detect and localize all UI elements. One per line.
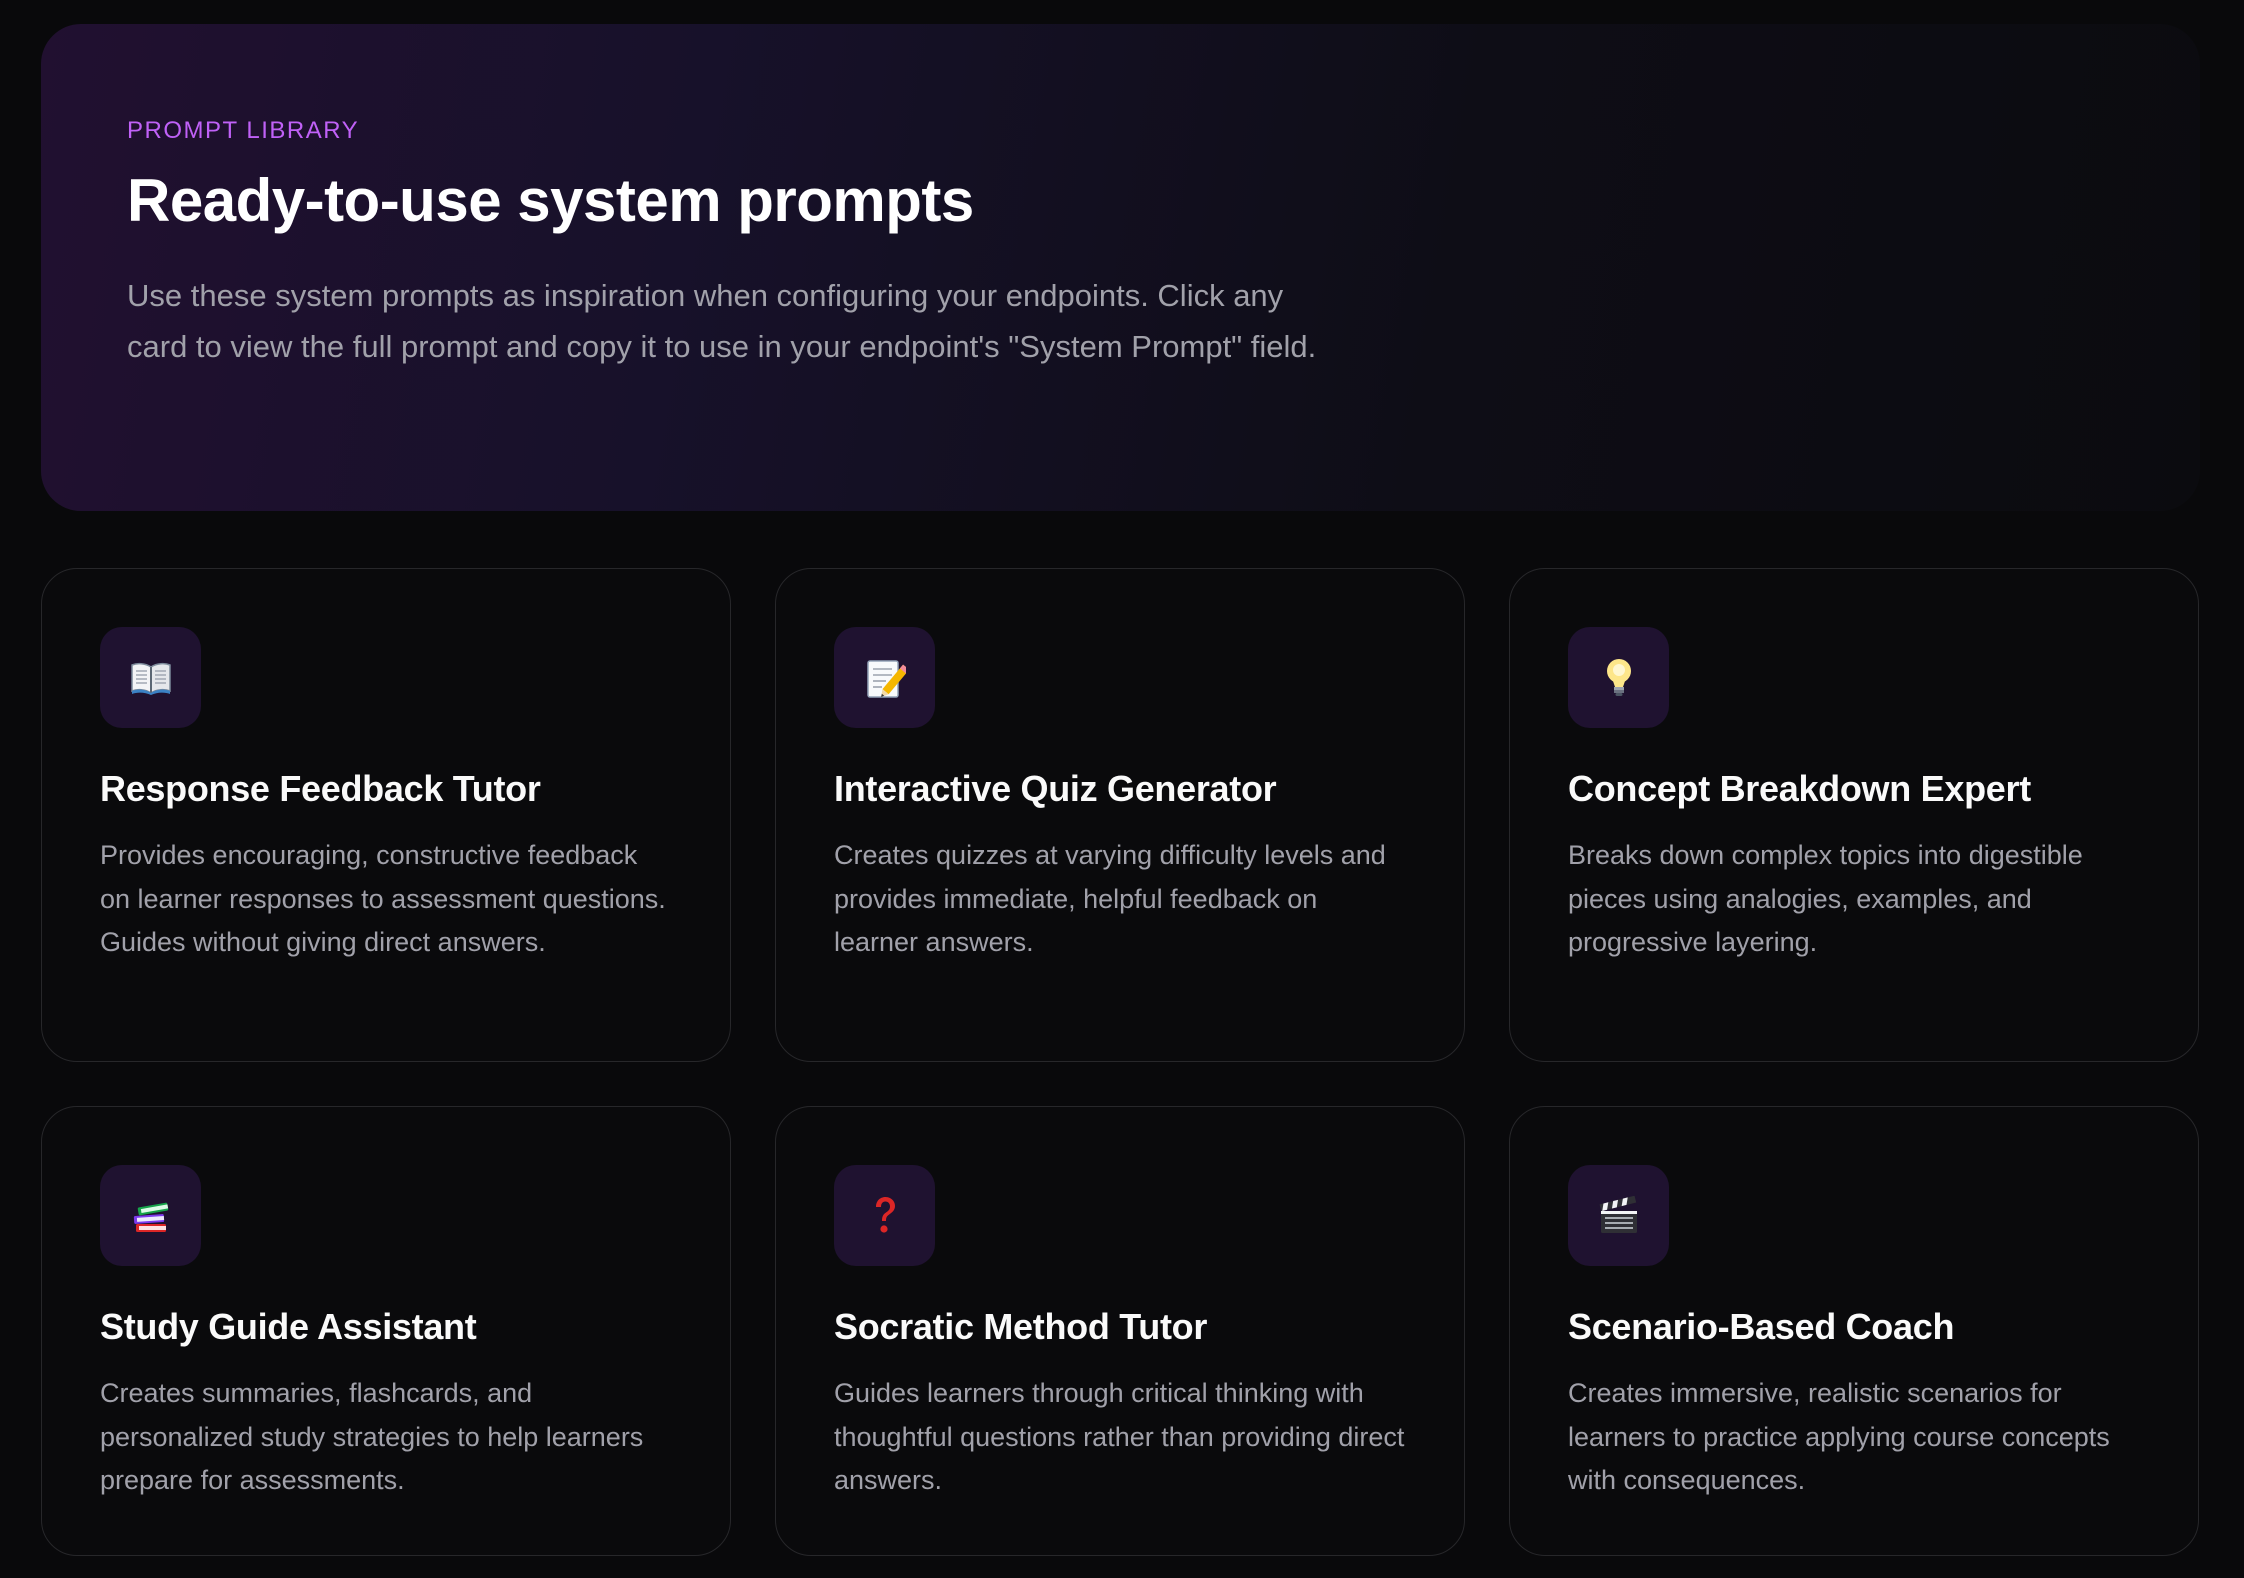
card-description: Guides learners through critical thinkin… — [834, 1378, 1405, 1495]
page-title: Ready-to-use system prompts — [127, 167, 974, 234]
card-description: Breaks down complex topics into digestib… — [1568, 840, 2083, 957]
prompt-card-scenario-based-coach[interactable]: Scenario-Based Coach Creates immersive, … — [1509, 1106, 2199, 1556]
prompt-card-concept-breakdown-expert[interactable]: Concept Breakdown Expert Breaks down com… — [1509, 568, 2199, 1062]
clapper-board-icon — [1568, 1165, 1669, 1266]
books-icon — [100, 1165, 201, 1266]
card-description: Creates immersive, realistic scenarios f… — [1568, 1378, 2110, 1495]
prompt-card-response-feedback-tutor[interactable]: Response Feedback Tutor Provides encoura… — [41, 568, 731, 1062]
prompt-card-grid: Response Feedback Tutor Provides encoura… — [41, 568, 2200, 1556]
card-title: Socratic Method Tutor — [834, 1306, 1208, 1347]
prompt-library-header: PROMPT LIBRARY Ready-to-use system promp… — [41, 24, 2200, 511]
question-mark-icon — [834, 1165, 935, 1266]
card-description: Provides encouraging, constructive feedb… — [100, 840, 666, 957]
memo-icon — [834, 627, 935, 728]
prompt-card-socratic-method-tutor[interactable]: Socratic Method Tutor Guides learners th… — [775, 1106, 1465, 1556]
open-book-icon — [100, 627, 201, 728]
card-title: Scenario-Based Coach — [1568, 1306, 1955, 1347]
section-eyebrow: PROMPT LIBRARY — [127, 117, 360, 144]
card-title: Study Guide Assistant — [100, 1306, 477, 1347]
card-description: Creates quizzes at varying difficulty le… — [834, 840, 1386, 957]
card-description: Creates summaries, flashcards, and perso… — [100, 1378, 644, 1495]
light-bulb-icon — [1568, 627, 1669, 728]
card-title: Interactive Quiz Generator — [834, 768, 1277, 809]
page-description: Use these system prompts as inspiration … — [127, 278, 1317, 364]
prompt-card-study-guide-assistant[interactable]: Study Guide Assistant Creates summaries,… — [41, 1106, 731, 1556]
prompt-card-interactive-quiz-generator[interactable]: Interactive Quiz Generator Creates quizz… — [775, 568, 1465, 1062]
card-title: Response Feedback Tutor — [100, 768, 541, 809]
card-title: Concept Breakdown Expert — [1568, 768, 2031, 809]
